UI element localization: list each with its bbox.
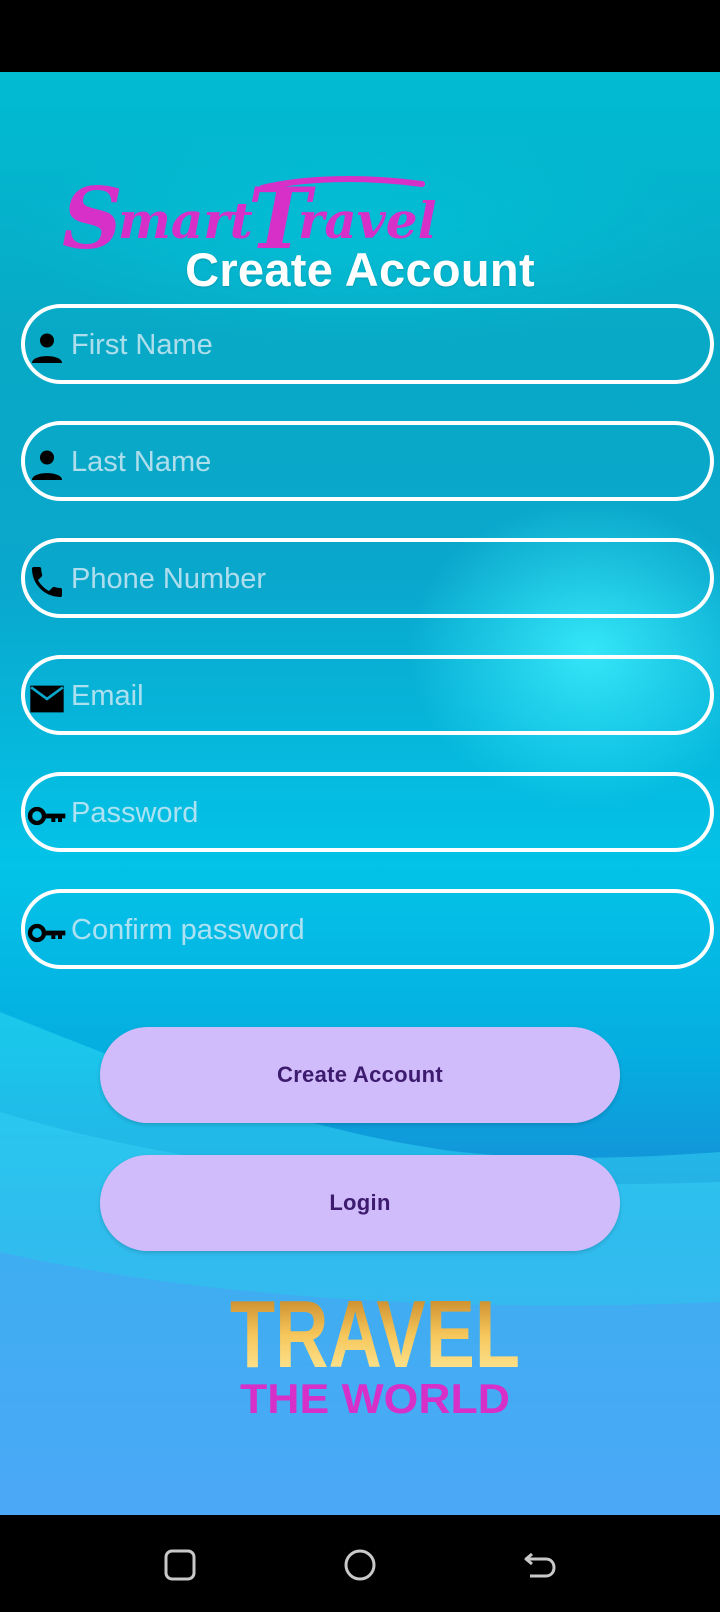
person-icon [32, 333, 62, 363]
login-button[interactable]: Login [100, 1155, 620, 1251]
navigation-bar [0, 1515, 720, 1612]
confirm-password-input[interactable] [69, 893, 693, 967]
recents-icon[interactable] [160, 1545, 200, 1585]
first-name-field[interactable] [21, 304, 714, 384]
confirm-password-field[interactable] [21, 889, 714, 969]
create-account-button[interactable]: Create Account [100, 1027, 620, 1123]
email-input[interactable] [69, 659, 693, 733]
svg-text:THE WORLD: THE WORLD [240, 1375, 510, 1419]
key-icon [27, 806, 66, 826]
mail-icon [30, 685, 64, 713]
svg-text:TRAVEL: TRAVEL [230, 1281, 520, 1388]
status-bar [0, 0, 720, 72]
phone-number-input[interactable] [69, 542, 693, 616]
travel-the-world-logo: TRAVEL THE WORLD [230, 1281, 520, 1419]
key-icon [27, 923, 66, 943]
phone-icon [32, 567, 62, 597]
password-input[interactable] [69, 776, 693, 850]
first-name-input[interactable] [69, 308, 693, 382]
page-title: Create Account [185, 243, 535, 296]
person-icon [32, 450, 62, 480]
last-name-input[interactable] [69, 425, 693, 499]
last-name-field[interactable] [21, 421, 714, 501]
home-icon[interactable] [340, 1545, 380, 1585]
password-field[interactable] [21, 772, 714, 852]
email-field[interactable] [21, 655, 714, 735]
phone-number-field[interactable] [21, 538, 714, 618]
app-screen: S mart T ravel Create Account First Name… [0, 72, 720, 1515]
back-icon[interactable] [520, 1545, 560, 1585]
